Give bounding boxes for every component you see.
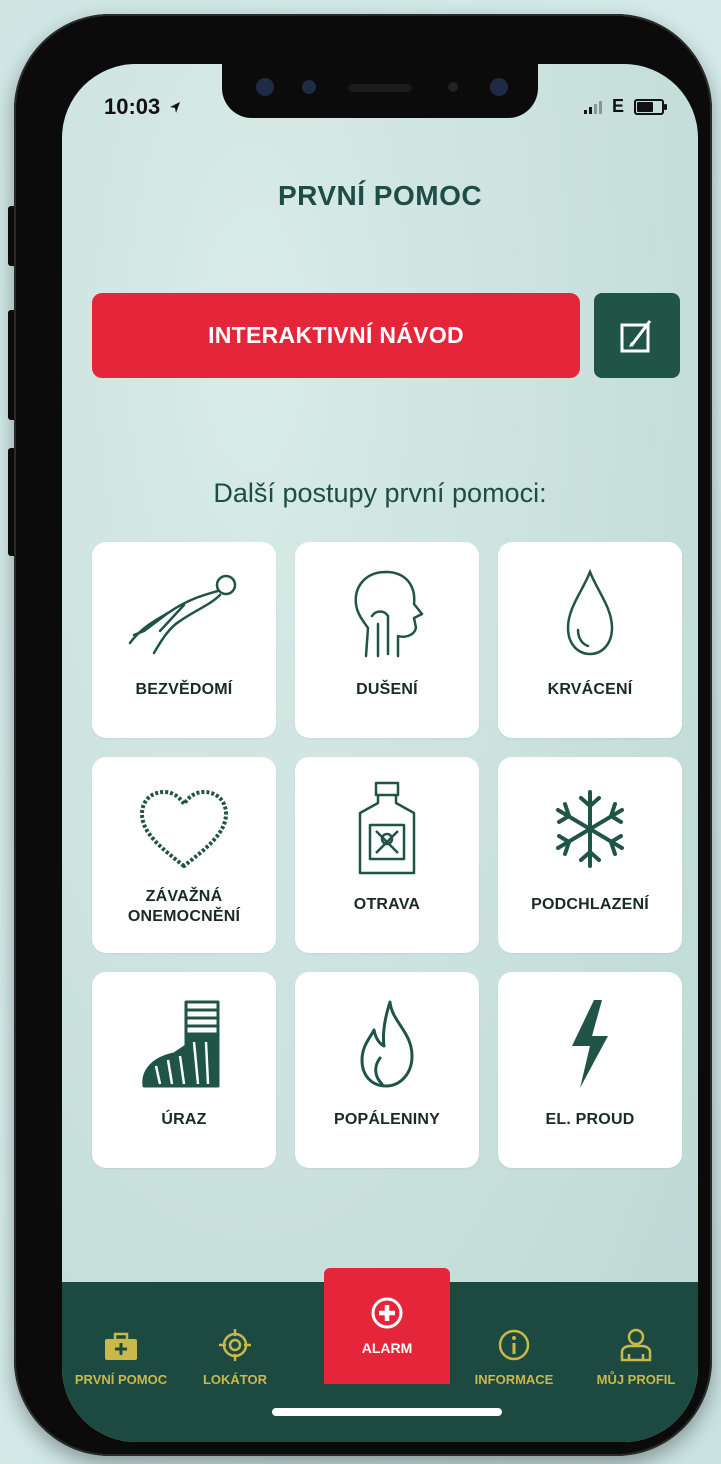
tile-label: KRVÁCENÍ (547, 681, 633, 698)
tab-alarm[interactable]: ALARM (324, 1268, 450, 1384)
phone-frame: 10:03 E PRVNÍ POMOC INTERAKTIVNÍ NÁVOD D… (14, 14, 712, 1456)
tab-label: INFORMACE (474, 1372, 554, 1387)
tab-label: ALARM (361, 1340, 413, 1356)
flame-icon (360, 1000, 414, 1088)
locator-target-icon (219, 1329, 251, 1361)
tile-label: POPÁLENINY (333, 1111, 440, 1128)
tile-label: OTRAVA (353, 896, 421, 913)
home-indicator[interactable] (272, 1408, 502, 1416)
first-aid-kit-icon (105, 1332, 137, 1360)
location-arrow-icon (170, 102, 181, 114)
tile-injury[interactable]: ÚRAZ (92, 972, 276, 1168)
network-type: E (611, 96, 624, 116)
procedures-grid: BEZVĚDOMÍ DUŠENÍ KRVÁCENÍ ZÁVAŽNÁ ONEMOC… (92, 542, 682, 1172)
sensor-icon (302, 80, 316, 94)
tab-label: LOKÁTOR (202, 1372, 268, 1387)
camera-icon (256, 78, 274, 96)
tile-label: DUŠENÍ (356, 681, 418, 698)
tile-label: ÚRAZ (161, 1111, 207, 1128)
snowflake-icon (556, 790, 624, 868)
lightning-icon (572, 1000, 608, 1088)
tile-label: BEZVĚDOMÍ (135, 681, 233, 698)
signal-icon (583, 100, 602, 114)
tile-serious-illness[interactable]: ZÁVAŽNÁ ONEMOCNĚNÍ (92, 757, 276, 953)
tile-poisoning[interactable]: OTRAVA (295, 757, 479, 953)
front-camera-icon (490, 78, 508, 96)
tile-electric-current[interactable]: EL. PROUD (498, 972, 682, 1168)
poison-bottle-icon (358, 781, 416, 875)
info-icon (498, 1329, 530, 1361)
speaker-grille (348, 84, 412, 92)
user-icon (620, 1328, 652, 1362)
bottom-tab-bar: PRVNÍ POMOC LOKÁTOR ALARM INFORMACE MŮJ … (62, 1268, 698, 1442)
tile-hypothermia[interactable]: PODCHLAZENÍ (498, 757, 682, 953)
tile-label: PODCHLAZENÍ (531, 896, 649, 913)
tab-my-profile[interactable]: MŮJ PROFIL (576, 1282, 696, 1387)
tile-unconsciousness[interactable]: BEZVĚDOMÍ (92, 542, 276, 738)
unconscious-person-icon (128, 574, 237, 655)
plus-circle-icon (371, 1297, 403, 1329)
tile-burns[interactable]: POPÁLENINY (295, 972, 479, 1168)
page-title: PRVNÍ POMOC (277, 180, 483, 211)
tab-label: MŮJ PROFIL (596, 1372, 676, 1387)
dot-sensor (448, 82, 458, 92)
app-screen: 10:03 E PRVNÍ POMOC INTERAKTIVNÍ NÁVOD D… (62, 64, 698, 1442)
tab-locator[interactable]: LOKÁTOR (190, 1282, 280, 1387)
status-indicators: E (583, 96, 667, 117)
notes-button[interactable] (594, 293, 680, 378)
battery-icon (634, 98, 667, 115)
tab-information[interactable]: INFORMACE (462, 1282, 566, 1387)
tile-label: ZÁVAŽNÁ ONEMOCNĚNÍ (127, 888, 241, 925)
tile-bleeding[interactable]: KRVÁCENÍ (498, 542, 682, 738)
section-subtitle: Další postupy první pomoci: (213, 478, 547, 508)
notch (222, 64, 538, 118)
tile-choking[interactable]: DUŠENÍ (295, 542, 479, 738)
tab-first-aid[interactable]: PRVNÍ POMOC (66, 1282, 176, 1387)
bandaged-foot-icon (142, 1000, 220, 1088)
notepad-pen-icon (620, 319, 652, 352)
interactive-guide-button[interactable]: INTERAKTIVNÍ NÁVOD (92, 293, 580, 378)
heart-icon (140, 790, 228, 868)
blood-drop-icon (566, 568, 614, 656)
choking-head-icon (354, 570, 424, 658)
tile-label: EL. PROUD (545, 1111, 635, 1128)
tab-label: PRVNÍ POMOC (74, 1372, 168, 1387)
status-time: 10:03 (104, 94, 182, 120)
